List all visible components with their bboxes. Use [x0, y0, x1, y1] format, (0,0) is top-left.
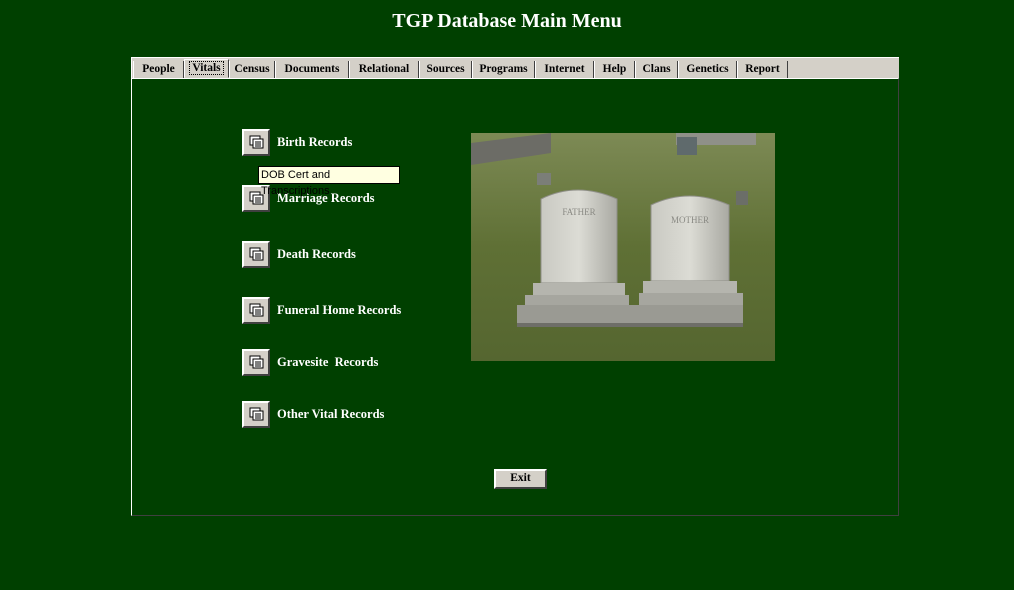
tab-clans[interactable]: Clans [635, 61, 678, 78]
tab-sources[interactable]: Sources [419, 61, 472, 78]
funeral-home-records-label: Funeral Home Records [277, 303, 402, 317]
birth-records-button[interactable] [242, 129, 270, 156]
records-icon [249, 407, 264, 421]
tab-relational[interactable]: Relational [349, 61, 419, 78]
funeral-home-records-button[interactable] [242, 297, 270, 324]
birth-records-label: Birth Records [277, 135, 353, 149]
death-records-label: Death Records [277, 247, 356, 261]
tab-census[interactable]: Census [229, 61, 275, 78]
headstone-right-inscription: MOTHER [671, 215, 709, 225]
gravesite-records-label: Gravesite Records [277, 355, 379, 369]
records-icon [249, 355, 264, 369]
other-vital-records-label: Other Vital Records [277, 407, 385, 421]
tab-bar: People Vitals Census Documents Relationa… [131, 57, 899, 78]
records-icon [249, 135, 264, 149]
records-icon [249, 247, 264, 261]
exit-button[interactable]: Exit [494, 469, 547, 489]
tab-people[interactable]: People [133, 61, 184, 78]
page-title: TGP Database Main Menu [392, 10, 622, 32]
gravesite-records-button[interactable] [242, 349, 270, 376]
other-vital-records-button[interactable] [242, 401, 270, 428]
headstone-left-inscription: FATHER [562, 207, 595, 217]
tab-internet[interactable]: Internet [535, 61, 594, 78]
tab-report[interactable]: Report [737, 61, 788, 78]
tooltip: DOB Cert and Transcriptions [258, 166, 400, 197]
tab-genetics[interactable]: Genetics [678, 61, 737, 78]
tab-programs[interactable]: Programs [472, 61, 535, 78]
death-records-button[interactable] [242, 241, 270, 268]
tab-documents[interactable]: Documents [275, 61, 349, 78]
tab-help[interactable]: Help [594, 61, 635, 78]
headstones-photo: FATHER MOTHER [471, 133, 775, 361]
records-icon [249, 303, 264, 317]
tab-vitals[interactable]: Vitals [184, 59, 229, 78]
